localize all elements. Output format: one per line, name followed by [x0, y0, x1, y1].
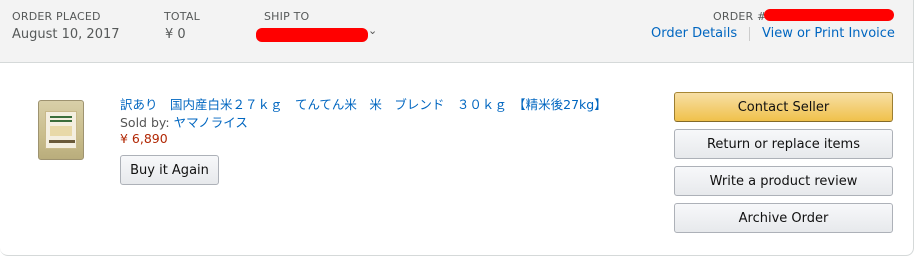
product-image-grain — [50, 126, 72, 136]
chevron-down-icon[interactable]: ⌄ — [368, 24, 377, 37]
sold-by-label: Sold by: — [120, 115, 174, 130]
order-header: ORDER PLACED August 10, 2017 TOTAL ¥ 0 S… — [0, 0, 913, 63]
ship-to-label: SHIP TO — [264, 10, 310, 23]
return-replace-button[interactable]: Return or replace items — [674, 129, 893, 159]
order-placed-date: August 10, 2017 — [12, 27, 120, 42]
product-title-link[interactable]: 訳あり 国内産白米２７ｋｇ てんてん米 米 ブレンド ３０ｋｇ 【精米後27kg… — [120, 94, 607, 113]
contact-seller-button[interactable]: Contact Seller — [674, 92, 893, 122]
write-review-button[interactable]: Write a product review — [674, 166, 893, 196]
seller-link[interactable]: ヤマノライス — [174, 115, 248, 130]
product-image-text-line — [49, 140, 75, 143]
product-image-label — [45, 111, 77, 149]
order-card: ORDER PLACED August 10, 2017 TOTAL ¥ 0 S… — [0, 0, 914, 256]
archive-order-button[interactable]: Archive Order — [674, 203, 893, 233]
header-link-divider — [749, 27, 750, 41]
sold-by: Sold by: ヤマノライス — [120, 112, 248, 131]
order-number-redacted — [764, 9, 894, 21]
total-label: TOTAL — [164, 10, 200, 23]
order-details-link[interactable]: Order Details — [651, 26, 737, 41]
order-total: ¥ 0 — [165, 27, 186, 42]
order-number-label: ORDER # — [713, 10, 767, 23]
order-placed-label: ORDER PLACED — [12, 10, 101, 23]
buy-again-button[interactable]: Buy it Again — [120, 155, 219, 185]
ship-to-name-redacted[interactable] — [256, 28, 368, 42]
product-image[interactable] — [38, 100, 84, 160]
product-image-stripe — [50, 120, 72, 122]
product-image-stripe — [50, 116, 72, 118]
view-invoice-link[interactable]: View or Print Invoice — [762, 26, 895, 41]
item-price: ¥ 6,890 — [120, 131, 168, 146]
